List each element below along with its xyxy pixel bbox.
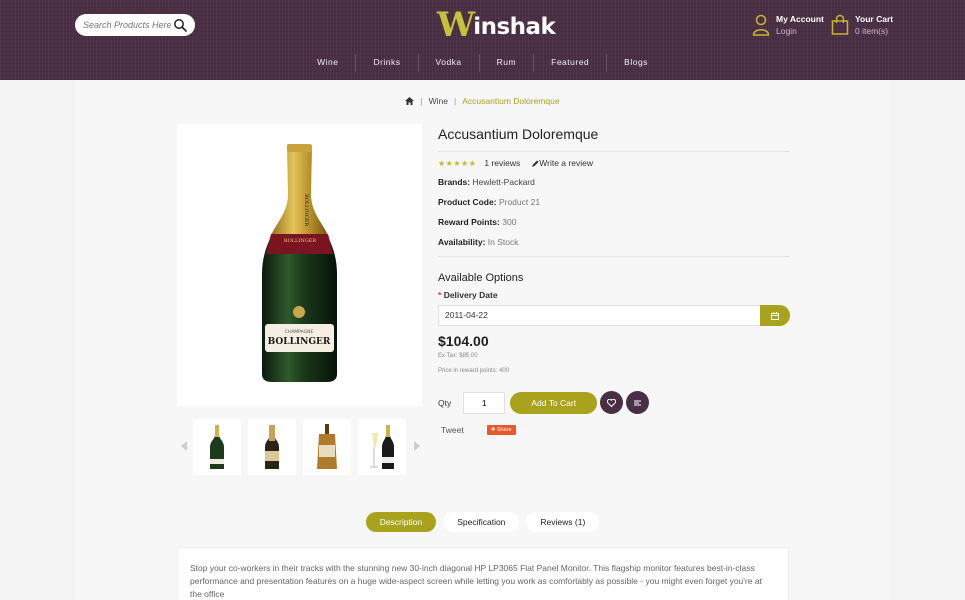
site-logo[interactable]: W inshak <box>437 5 556 45</box>
tab-specification[interactable]: Specification <box>443 512 520 532</box>
code-value: Product 21 <box>498 197 541 207</box>
product-main-image[interactable]: BOLLINGER BOLLINGER CHAMPAGNE BOLLINGER <box>177 124 422 406</box>
nav-item-featured[interactable]: Featured <box>533 54 606 72</box>
product-tabs: Description Specification Reviews (1) <box>75 512 890 532</box>
nav-item-wine[interactable]: Wine <box>300 54 355 72</box>
breadcrumb-current: Accusantium Doloremque <box>462 96 560 106</box>
description-panel: Stop your co-workers in their tracks wit… <box>177 547 789 600</box>
reviews-link[interactable]: 1 reviews <box>484 158 520 168</box>
thumbnail-4[interactable] <box>358 419 406 475</box>
svg-text:BOLLINGER: BOLLINGER <box>284 238 317 244</box>
logo-text: inshak <box>473 14 556 40</box>
description-text: Stop your co-workers in their tracks wit… <box>190 563 762 599</box>
points-label: Reward Points: <box>438 217 500 227</box>
nav-item-vodka[interactable]: Vodka <box>417 54 479 72</box>
svg-text:BOLLINGER: BOLLINGER <box>303 194 309 227</box>
nav-item-drinks[interactable]: Drinks <box>355 54 417 72</box>
product-price: $104.00 <box>438 333 489 349</box>
rating-stars: ★★★★★ <box>438 158 477 168</box>
breadcrumb: | Wine | Accusantium Doloremque <box>75 96 890 106</box>
write-review-link[interactable]: Write a review <box>539 158 593 168</box>
user-icon <box>752 14 770 36</box>
tab-reviews[interactable]: Reviews (1) <box>526 512 600 532</box>
nav-item-blogs[interactable]: Blogs <box>606 54 665 72</box>
delivery-date-row <box>438 305 790 326</box>
divider <box>438 151 790 152</box>
product-page: | Wine | Accusantium Doloremque BOLLINGE… <box>75 80 890 600</box>
champagne-bottle-image: BOLLINGER BOLLINGER CHAMPAGNE BOLLINGER <box>262 144 337 382</box>
share-label: Share <box>496 427 512 433</box>
share-button[interactable]: ✚ Share <box>486 425 516 435</box>
compare-button[interactable] <box>626 391 650 414</box>
home-icon[interactable] <box>405 97 415 105</box>
spec-code: Product Code: Product 21 <box>438 197 790 207</box>
rating-row: ★★★★★ 1 reviews Write a review <box>438 158 790 168</box>
shopping-bag-icon <box>831 14 849 35</box>
spec-points: Reward Points: 300 <box>438 217 790 227</box>
compare-icon <box>634 400 642 405</box>
product-title: Accusantium Doloremque <box>438 126 599 142</box>
pencil-icon <box>532 160 539 167</box>
breadcrumb-wine[interactable]: Wine <box>429 96 448 106</box>
account-login[interactable]: Login <box>776 25 824 37</box>
my-account[interactable]: My Account Login <box>752 14 824 37</box>
points-value: 300 <box>502 217 517 227</box>
next-arrow-icon[interactable] <box>414 441 420 451</box>
breadcrumb-separator: | <box>454 96 457 106</box>
breadcrumb-separator: | <box>420 96 423 106</box>
thumbnail-1[interactable] <box>193 419 241 475</box>
cart-count: 0 item(s) <box>855 26 889 36</box>
availability-label: Availability: <box>438 237 486 247</box>
bottle-label-top: CHAMPAGNE <box>285 329 314 335</box>
spec-availability: Availability: In Stock <box>438 237 790 247</box>
divider <box>438 256 790 257</box>
calendar-button[interactable] <box>760 305 790 326</box>
delivery-date-input[interactable] <box>438 305 760 326</box>
quantity-input[interactable] <box>463 391 506 414</box>
thumbnail-carousel <box>177 419 422 475</box>
add-to-cart-button[interactable]: Add To Cart <box>510 391 598 414</box>
qty-label: Qty <box>438 397 452 408</box>
search-box <box>75 14 195 36</box>
wishlist-button[interactable] <box>600 391 624 414</box>
cart-widget[interactable]: Your Cart 0 item(s) <box>831 14 893 37</box>
main-nav: Wine Drinks Vodka Rum Featured Blogs <box>0 54 965 72</box>
nav-item-rum[interactable]: Rum <box>478 54 533 72</box>
plus-icon: ✚ <box>490 427 496 433</box>
thumbnail-3[interactable] <box>303 419 351 475</box>
availability-value: In Stock <box>487 237 519 247</box>
brands-label: Brands: <box>438 177 471 187</box>
cart-title: Your Cart <box>855 14 894 24</box>
spec-brand: Brands: Hewlett-Packard <box>438 177 790 187</box>
options-title: Available Options <box>438 272 524 284</box>
add-to-cart-row: Qty Add To Cart <box>438 391 790 414</box>
logo-initial: W <box>437 5 476 45</box>
prev-arrow-icon[interactable] <box>181 441 187 451</box>
search-icon[interactable] <box>173 18 187 32</box>
reward-price: Price in reward points: 400 <box>438 368 510 374</box>
heart-icon <box>607 398 617 407</box>
ex-tax: Ex Tax: $85.00 <box>438 353 478 359</box>
tweet-button[interactable]: Tweet <box>441 425 464 435</box>
calendar-icon <box>771 311 779 320</box>
social-share: Tweet ✚ Share <box>438 425 790 435</box>
brands-value[interactable]: Hewlett-Packard <box>473 177 535 187</box>
thumbnail-2[interactable] <box>248 419 296 475</box>
delivery-date-label: * Delivery Date <box>438 290 498 300</box>
bottle-label-brand: BOLLINGER <box>268 337 331 347</box>
search-input[interactable] <box>83 20 171 30</box>
tab-description[interactable]: Description <box>365 512 437 532</box>
site-header: W inshak My Account Login Your Cart 0 it… <box>0 0 965 80</box>
code-label: Product Code: <box>438 197 497 207</box>
account-title: My Account <box>776 14 824 24</box>
product-info: Accusantium Doloremque ★★★★★ 1 reviews W… <box>438 126 790 435</box>
delivery-label-text: Delivery Date <box>443 290 498 300</box>
